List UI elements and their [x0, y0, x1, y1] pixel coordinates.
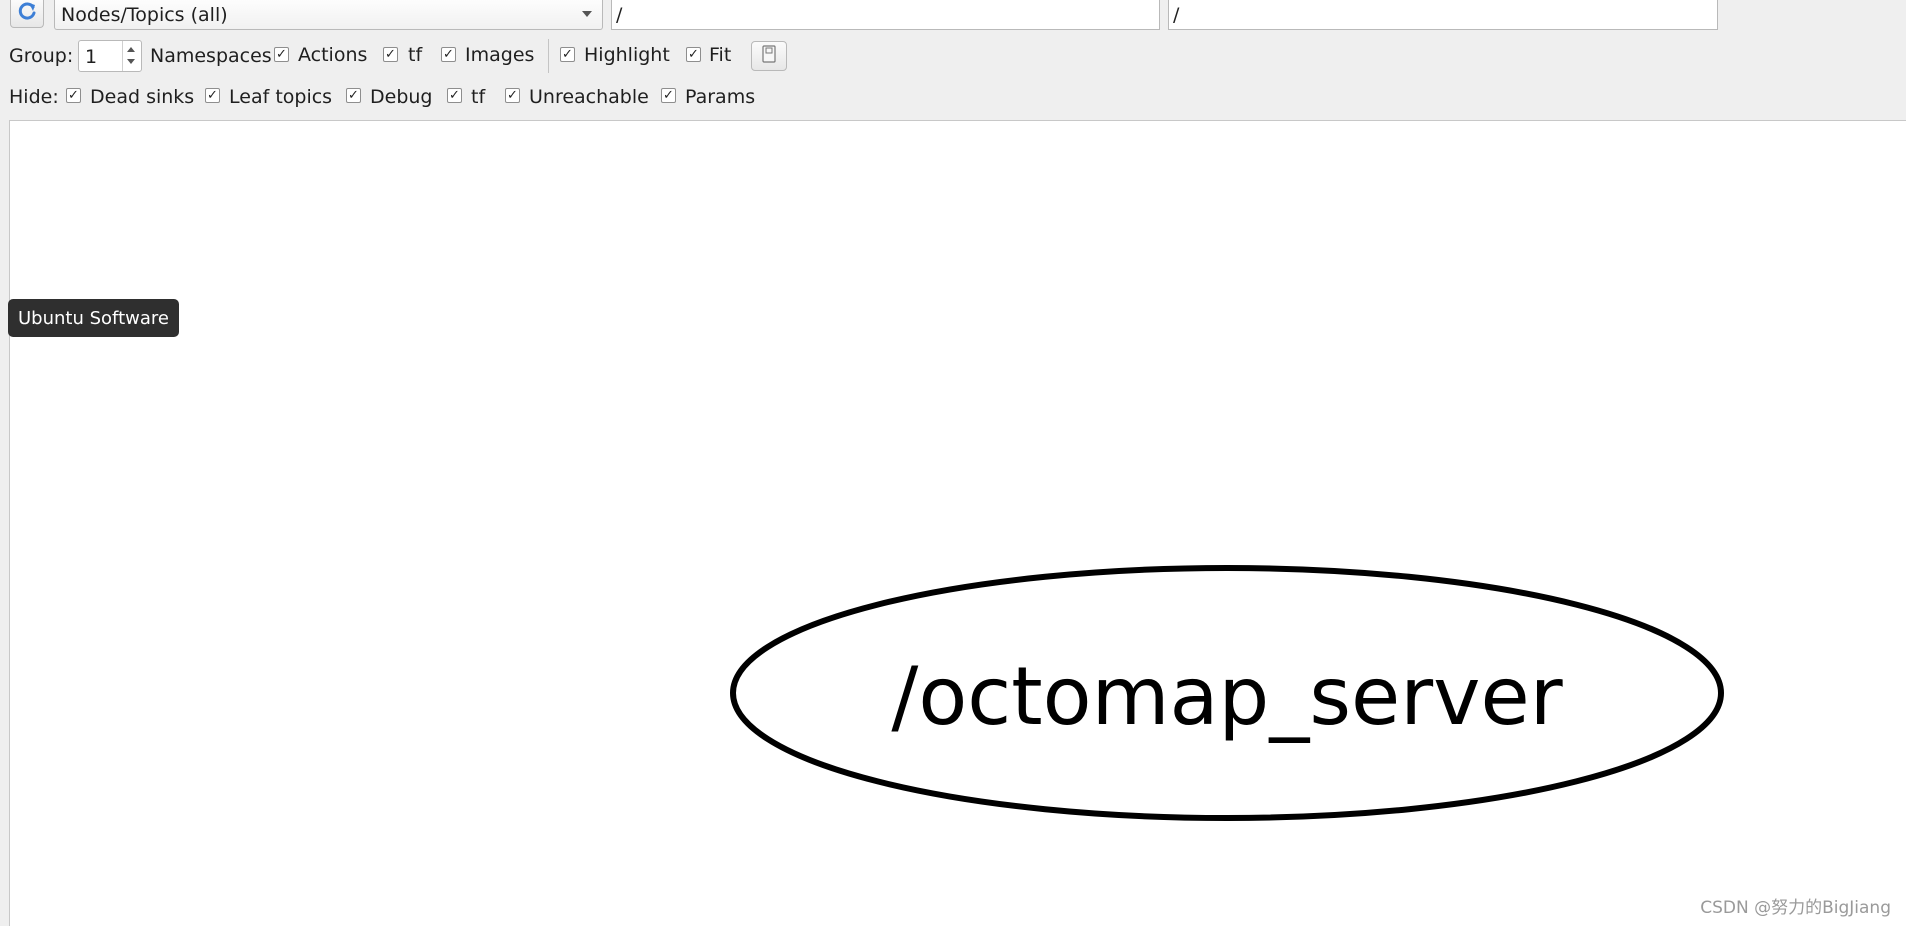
- graph-type-select[interactable]: Nodes/Topics (all): [54, 0, 603, 30]
- tf-label: tf: [408, 44, 423, 66]
- spin-down-icon[interactable]: [127, 59, 135, 64]
- topic-filter-value: /: [1173, 3, 1180, 26]
- fit-checkbox[interactable]: ✓: [686, 47, 701, 62]
- graph-type-value: Nodes/Topics (all): [61, 3, 228, 26]
- hide-unreachable-label: Unreachable: [529, 86, 649, 108]
- graph-node-label: /octomap_server: [891, 650, 1562, 743]
- hide-dead-sinks-checkbox[interactable]: ✓: [66, 88, 81, 103]
- highlight-label: Highlight: [584, 44, 670, 66]
- group-label: Group:: [9, 45, 74, 67]
- actions-label: Actions: [298, 44, 368, 66]
- namespaces-label: Namespaces: [150, 45, 272, 67]
- hide-params-label: Params: [685, 86, 756, 108]
- hide-params-checkbox[interactable]: ✓: [661, 88, 676, 103]
- group-spinbox[interactable]: 1: [78, 40, 142, 72]
- save-image-icon: [761, 44, 777, 68]
- hide-leaf-topics-label: Leaf topics: [229, 86, 333, 108]
- watermark: CSDN @努力的BigJiang: [1700, 898, 1891, 918]
- fit-label: Fit: [709, 44, 732, 66]
- namespace-filter-value: /: [616, 3, 623, 26]
- spin-up-icon[interactable]: [127, 47, 135, 52]
- namespace-filter-input[interactable]: /: [611, 0, 1160, 30]
- namespaces-checkbox[interactable]: ✓: [274, 47, 289, 62]
- graph-node[interactable]: /octomap_server: [729, 564, 1725, 822]
- hide-debug-checkbox[interactable]: ✓: [346, 88, 361, 103]
- tooltip: Ubuntu Software: [8, 299, 179, 337]
- tf-checkbox[interactable]: ✓: [383, 47, 398, 62]
- chevron-down-icon: [582, 11, 592, 17]
- save-image-button[interactable]: [751, 41, 787, 71]
- toolbar-separator: [548, 39, 549, 73]
- hide-label: Hide:: [9, 86, 59, 108]
- hide-unreachable-checkbox[interactable]: ✓: [505, 88, 520, 103]
- group-value: 1: [85, 46, 98, 68]
- refresh-icon: [16, 0, 38, 27]
- highlight-checkbox[interactable]: ✓: [560, 47, 575, 62]
- topic-filter-input[interactable]: /: [1168, 0, 1718, 30]
- hide-dead-sinks-label: Dead sinks: [90, 86, 195, 108]
- hide-leaf-topics-checkbox[interactable]: ✓: [205, 88, 220, 103]
- hide-debug-label: Debug: [370, 86, 433, 108]
- images-checkbox[interactable]: ✓: [441, 47, 456, 62]
- hide-tf-label: tf: [471, 86, 486, 108]
- hide-tf-checkbox[interactable]: ✓: [447, 88, 462, 103]
- images-label: Images: [465, 44, 535, 66]
- refresh-button[interactable]: [10, 0, 44, 28]
